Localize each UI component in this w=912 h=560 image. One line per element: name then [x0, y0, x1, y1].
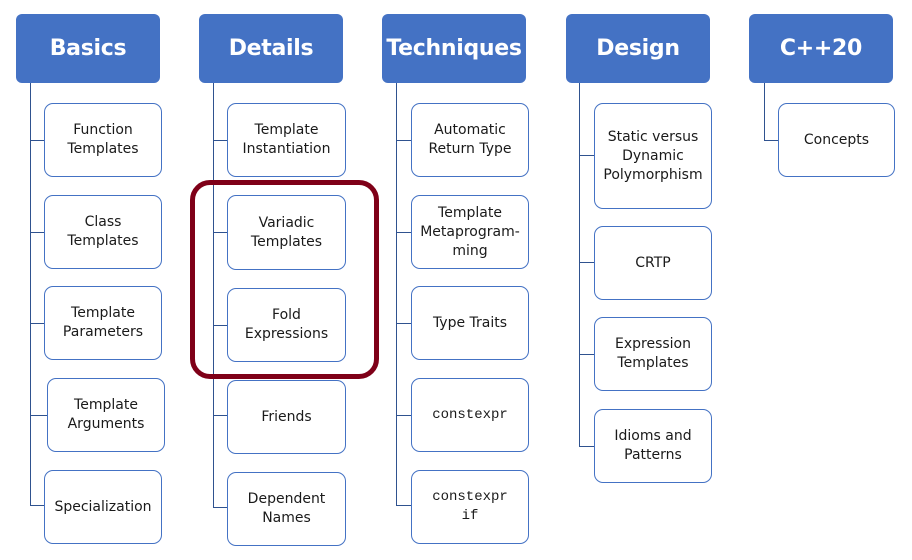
connector-branch: [579, 262, 594, 263]
column-header-design: Design: [566, 14, 710, 83]
topic-friends: Friends: [227, 380, 346, 454]
topic-template-instantiation: Template Instantiation: [227, 103, 346, 177]
topic-crtp: CRTP: [594, 226, 712, 300]
topic-label: Template Parameters: [62, 305, 144, 340]
connector-branch: [579, 354, 594, 355]
topic-label: Dependent Names: [247, 491, 326, 526]
topic-constexpr: constexpr: [411, 378, 529, 452]
connector-branch: [30, 140, 44, 141]
topic-dependent-names: Dependent Names: [227, 472, 346, 546]
connector-branch: [579, 446, 594, 447]
topic-idioms-and-patterns: Idioms and Patterns: [594, 409, 712, 483]
column-header-basics: Basics: [16, 14, 160, 83]
topic-label: Idioms and Patterns: [614, 428, 692, 463]
topic-static-vs-dynamic-polymorphism: Static versus Dynamic Polymorphism: [594, 103, 712, 209]
column-header-cpp20: C++20: [749, 14, 893, 83]
topic-concepts: Concepts: [778, 103, 895, 177]
topic-specialization: Specialization: [44, 470, 162, 544]
connector-trunk: [579, 83, 580, 447]
connector-branch: [213, 507, 227, 508]
topic-variadic-templates: Variadic Templates: [227, 195, 346, 270]
topic-label: Variadic Templates: [250, 214, 323, 250]
topic-label: constexpr if: [432, 489, 508, 524]
topic-label: Class Templates: [67, 214, 139, 249]
topic-constexpr-if: constexpr if: [411, 470, 529, 544]
template-topics-diagram: Basics Function Templates Class Template…: [0, 0, 912, 560]
topic-expression-templates: Expression Templates: [594, 317, 712, 391]
topic-label: constexpr: [432, 406, 508, 423]
topic-label: Type Traits: [432, 314, 508, 331]
topic-template-parameters: Template Parameters: [44, 286, 162, 360]
topic-label: Friends: [261, 408, 312, 425]
connector-branch: [396, 232, 411, 233]
topic-label: Template Metaprogram- ming: [420, 204, 520, 259]
topic-label: Expression Templates: [615, 336, 691, 371]
connector-branch: [213, 232, 227, 233]
connector-branch: [213, 325, 227, 326]
connector-branch: [396, 323, 411, 324]
connector-branch: [30, 505, 44, 506]
connector-branch: [579, 155, 594, 156]
connector-branch: [213, 415, 227, 416]
connector-branch: [396, 415, 411, 416]
topic-template-metaprogramming: Template Metaprogram- ming: [411, 195, 529, 269]
topic-fold-expressions: Fold Expressions: [227, 288, 346, 362]
connector-branch: [30, 232, 44, 233]
topic-function-templates: Function Templates: [44, 103, 162, 177]
connector-trunk: [396, 83, 397, 505]
connector-branch: [764, 140, 778, 141]
connector-branch: [396, 140, 411, 141]
topic-label: Specialization: [54, 498, 152, 515]
connector-trunk: [213, 83, 214, 507]
topic-label: Fold Expressions: [244, 307, 329, 342]
connector-trunk: [30, 83, 31, 505]
topic-label: Automatic Return Type: [428, 122, 512, 157]
topic-label: CRTP: [635, 254, 671, 271]
topic-label: Template Arguments: [67, 397, 145, 432]
topic-automatic-return-type: Automatic Return Type: [411, 103, 529, 177]
connector-trunk: [764, 83, 765, 140]
topic-label: Function Templates: [67, 122, 139, 157]
topic-label: Static versus Dynamic Polymorphism: [603, 128, 703, 183]
topic-type-traits: Type Traits: [411, 286, 529, 360]
topic-label: Concepts: [803, 131, 870, 148]
topic-template-arguments: Template Arguments: [47, 378, 165, 452]
column-header-techniques: Techniques: [382, 14, 526, 83]
connector-branch: [396, 505, 411, 506]
topic-class-templates: Class Templates: [44, 195, 162, 269]
connector-branch: [213, 140, 227, 141]
column-header-details: Details: [199, 14, 343, 83]
connector-branch: [30, 323, 44, 324]
topic-label: Template Instantiation: [242, 122, 331, 157]
connector-branch: [30, 415, 47, 416]
